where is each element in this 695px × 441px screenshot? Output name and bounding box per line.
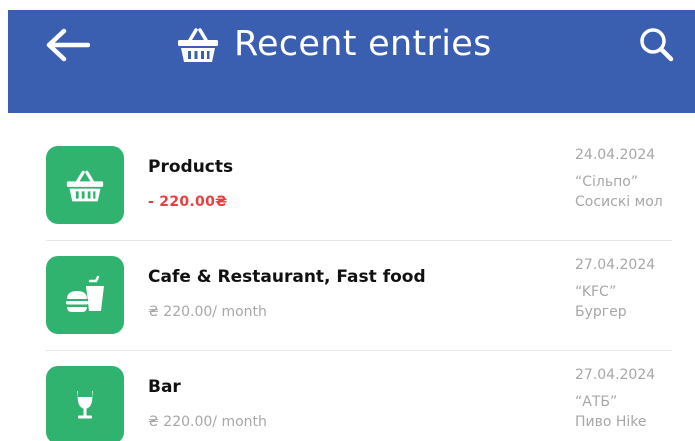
entry-category: Cafe & Restaurant, Fast food [148,267,426,287]
page-title: Recent entries [234,24,492,64]
app-bar: Recent entries [8,10,695,113]
category-icon-box [46,366,124,441]
list-item[interactable]: Products - 220.00₴ 24.04.2024 “Сільпо” С… [0,113,695,224]
entry-amount: ₴ 220.00/ month [148,414,267,430]
basket-icon [66,170,104,202]
entry-date: 27.04.2024 [575,257,656,273]
list-item[interactable]: Cafe & Restaurant, Fast food ₴ 220.00/ m… [0,223,695,334]
list-item[interactable]: Bar ₴ 220.00/ month 27.04.2024 “АТБ” Пив… [0,333,695,441]
entry-amount: - 220.00₴ [148,194,228,210]
entry-category: Bar [148,377,181,397]
entry-date: 27.04.2024 [575,367,656,383]
category-icon-box [46,146,124,224]
category-icon-box [46,256,124,334]
status-strip [0,0,695,10]
entry-store: “KFC” [575,284,617,300]
burger-drink-icon [66,275,104,312]
basket-icon [178,28,218,62]
back-button[interactable] [44,26,91,64]
entry-store: “АТБ” [575,394,618,410]
page-title-group: Recent entries [176,18,492,70]
entry-note: Бургер [575,304,627,320]
recent-entries-list: Products - 220.00₴ 24.04.2024 “Сільпо” С… [0,113,695,441]
search-button[interactable] [636,24,676,64]
entry-note: Сосискі мол [575,194,663,210]
arrow-left-icon [46,28,91,62]
entry-store: “Сільпо” [575,174,639,190]
entry-amount: ₴ 220.00/ month [148,304,267,320]
entry-note: Пиво Hike [575,414,647,430]
entry-category: Products [148,157,234,177]
entry-date: 24.04.2024 [575,147,656,163]
wine-glass-icon [77,391,93,419]
search-icon [640,28,674,62]
